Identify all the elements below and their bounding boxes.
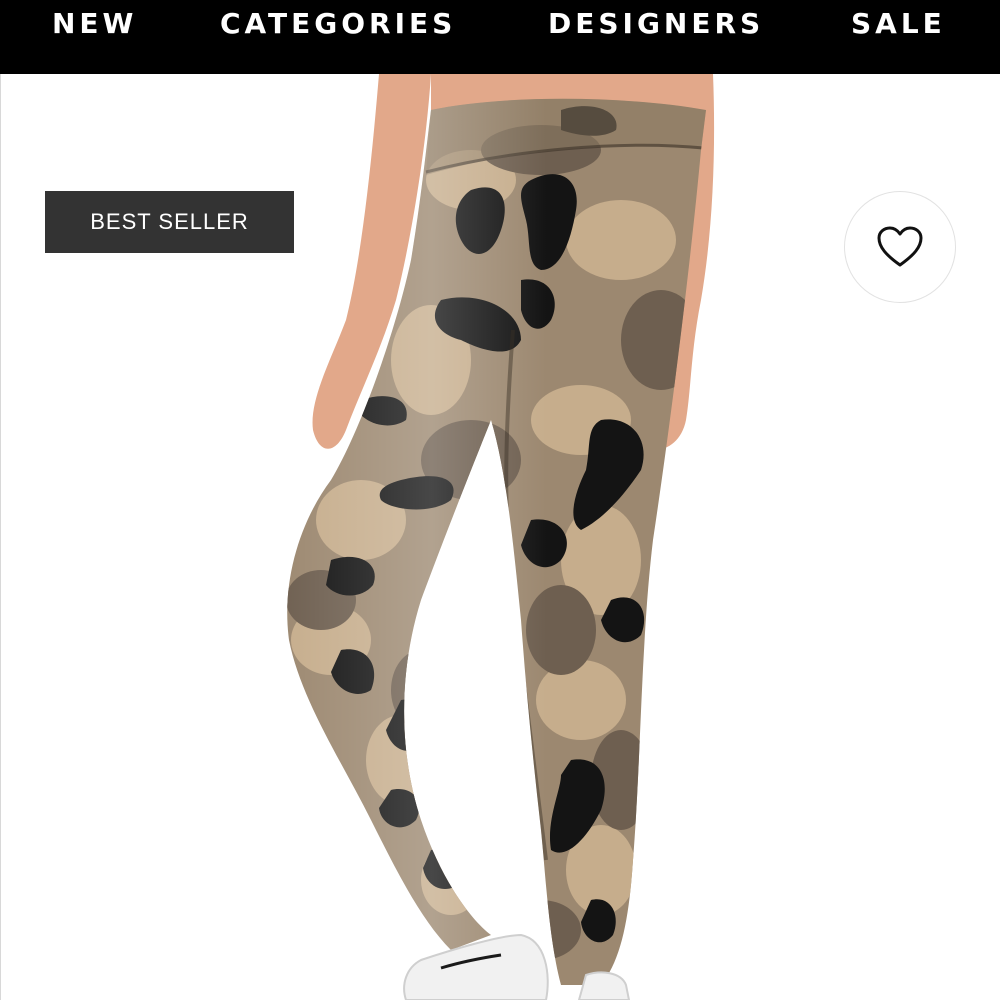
nav-item-new[interactable]: NEW	[52, 6, 137, 42]
best-seller-badge: BEST SELLER	[45, 191, 294, 253]
product-image-frame: BEST SELLER	[0, 74, 1000, 1000]
heart-outline-icon	[877, 226, 923, 267]
nav-item-categories[interactable]: CATEGORIES	[220, 6, 456, 42]
leggings-camo-pattern	[287, 98, 706, 985]
nav-item-designers[interactable]: DESIGNERS	[548, 6, 764, 42]
wishlist-button[interactable]	[844, 191, 956, 303]
nav-item-sale[interactable]: SALE	[851, 6, 946, 42]
top-navigation-bar: NEW CATEGORIES DESIGNERS SALE	[0, 0, 1000, 74]
